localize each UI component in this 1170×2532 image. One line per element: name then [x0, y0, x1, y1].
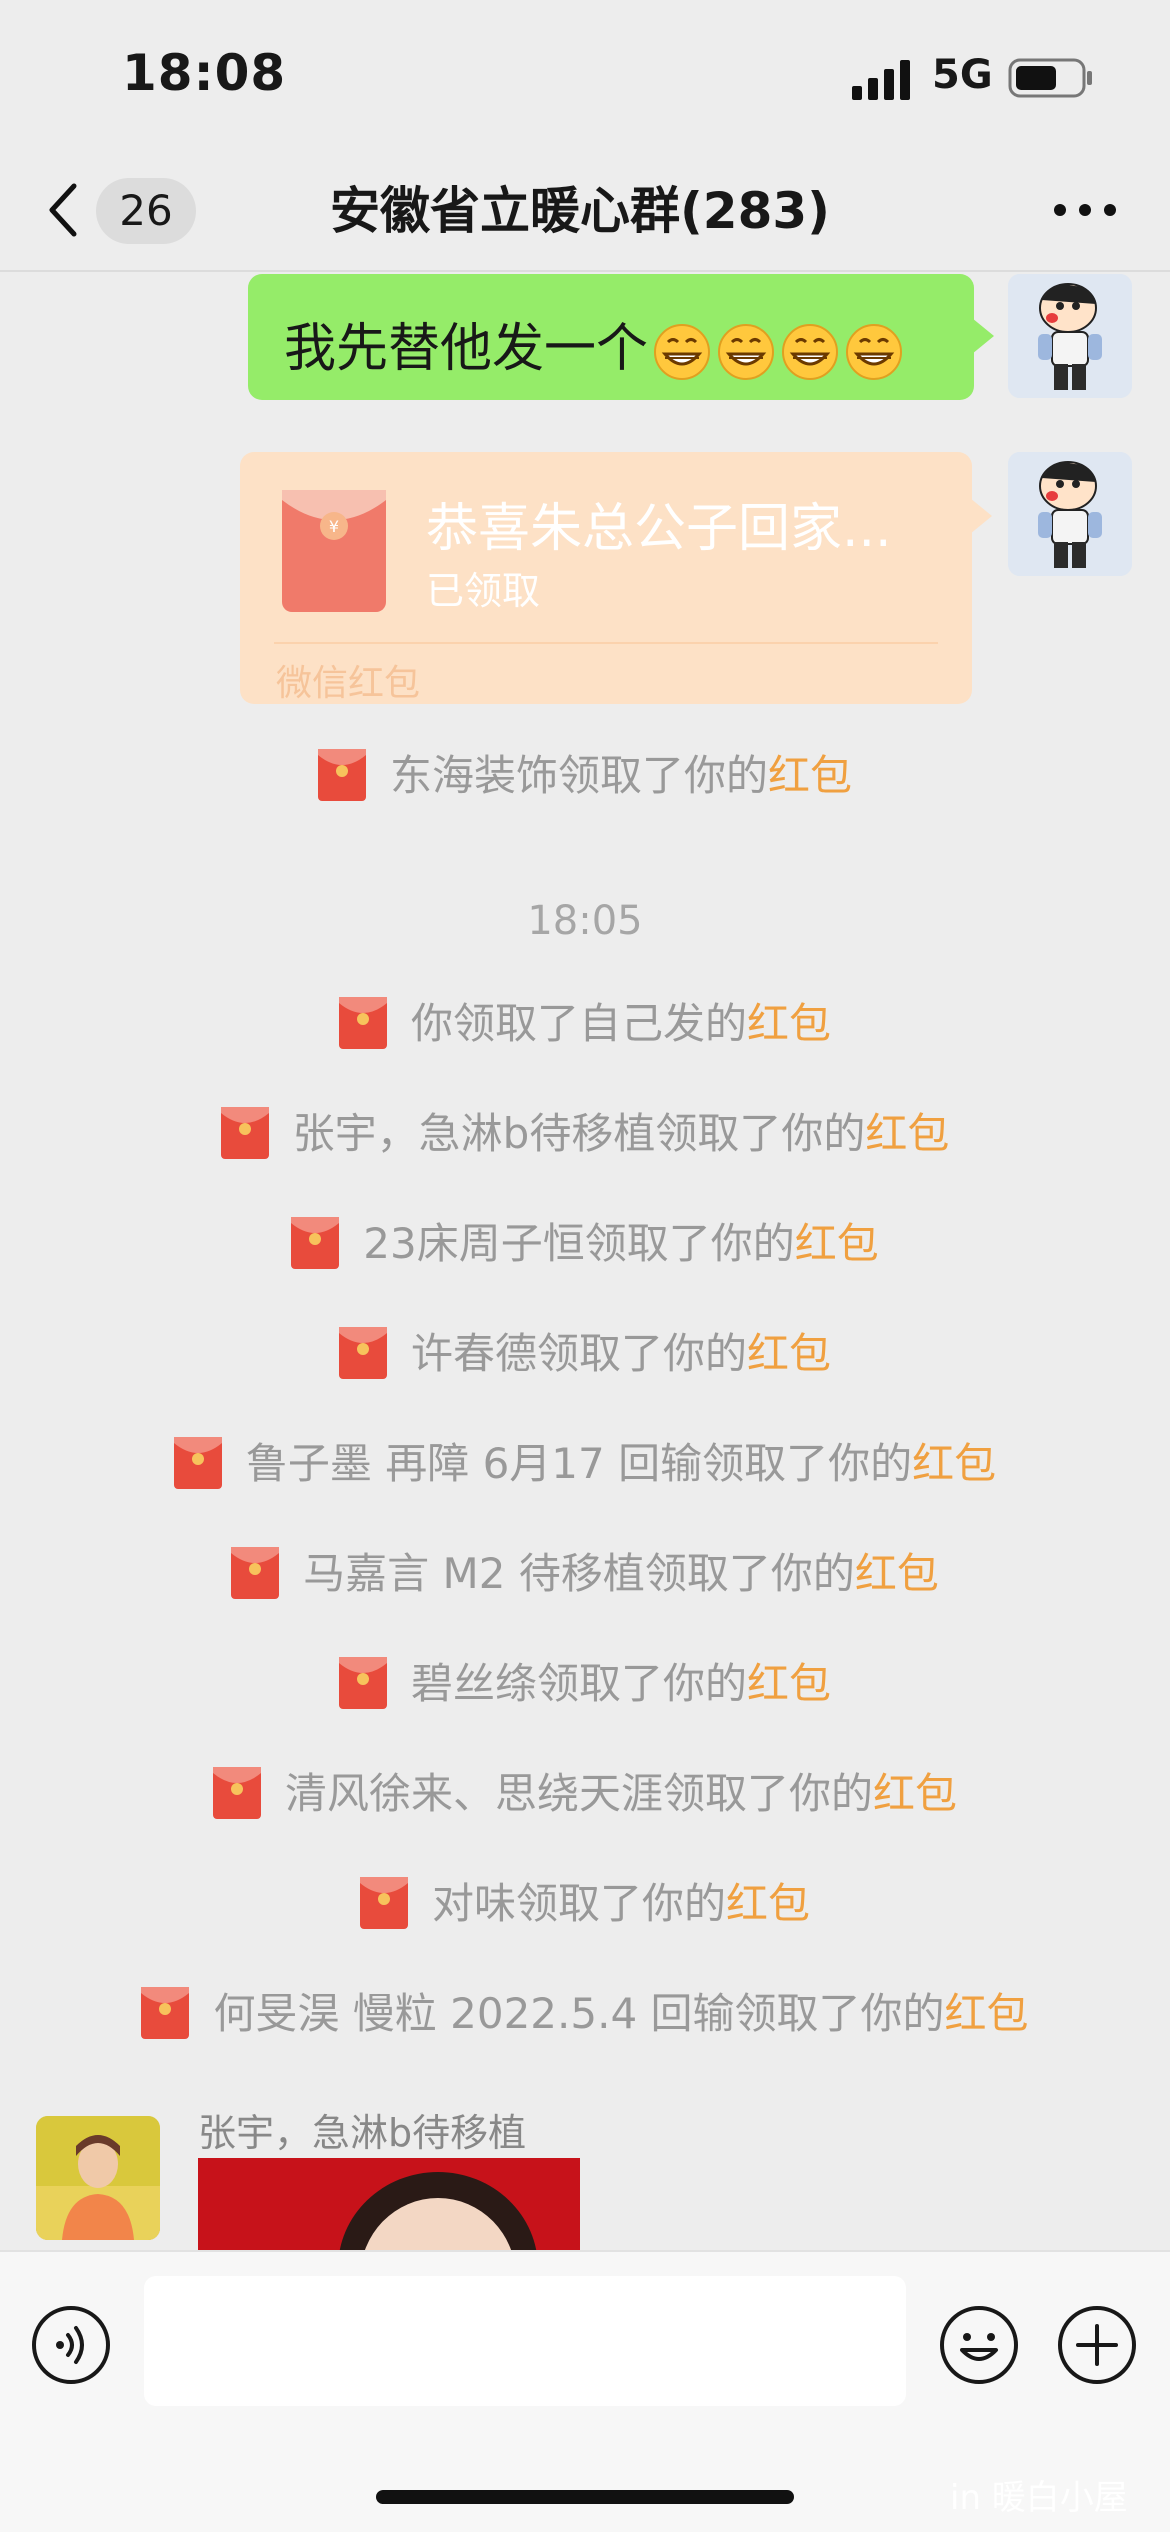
red-envelope-icon [212, 1766, 261, 1819]
sent-text: 我先替他发一个 [284, 319, 649, 379]
red-envelope-icon [338, 996, 387, 1049]
time-divider: 18:05 [527, 898, 643, 944]
red-packet-status: 已领取 [426, 569, 541, 613]
svg-text:¥: ¥ [329, 517, 339, 536]
smiley-icon[interactable] [938, 2304, 1020, 2386]
portrait-image-icon [198, 2158, 580, 2250]
claim-text: 碧丝绦领取了你的 [410, 1659, 747, 1708]
voice-icon[interactable] [30, 2304, 112, 2386]
red-packet-link[interactable]: 红包 [912, 1439, 996, 1488]
red-envelope-icon [141, 1986, 190, 2039]
sender-name: 张宇，急淋b待移植 [198, 2111, 527, 2155]
claim-text: 东海装饰领取了你的 [389, 751, 768, 800]
claim-text: 23床周子恒领取了你的 [363, 1219, 795, 1268]
red-envelope-icon [338, 1656, 387, 1709]
claim-text: 清风徐来、思绕天涯领取了你的 [284, 1769, 873, 1818]
plus-icon[interactable] [1056, 2304, 1138, 2386]
red-envelope-icon [317, 748, 366, 801]
claim-text: 你领取了自己发的 [410, 999, 747, 1048]
red-envelope-icon [220, 1106, 269, 1159]
status-time: 18:08 [122, 44, 287, 102]
nav-bar: 26 安徽省立暖心群(283) [0, 150, 1170, 272]
red-packet-link[interactable]: 红包 [855, 1549, 939, 1598]
claim-text: 何旻淏 慢粒 2022.5.4 回输领取了你的 [213, 1989, 945, 2038]
cartoon-boy-avatar-icon [1008, 274, 1132, 398]
chevron-left-icon[interactable] [44, 180, 84, 240]
red-packet-claim-notice: 马嘉言 M2 待移植领取了你的红包 [0, 1540, 1170, 1601]
sender-avatar[interactable] [36, 2116, 160, 2240]
red-envelope-icon [338, 1326, 387, 1379]
red-packet-link[interactable]: 红包 [747, 999, 831, 1048]
cartoon-boy-avatar-icon [1008, 452, 1132, 576]
grinning-face-icon [652, 322, 712, 382]
red-packet-claim-notice: 鲁子墨 再障 6月17 回输领取了你的红包 [0, 1430, 1170, 1491]
red-packet-claim-notice: 何旻淏 慢粒 2022.5.4 回输领取了你的红包 [0, 1980, 1170, 2041]
image-message[interactable] [198, 2158, 580, 2250]
red-packet-claim-notice: 清风徐来、思绕天涯领取了你的红包 [0, 1760, 1170, 1821]
red-packet-link[interactable]: 红包 [747, 1329, 831, 1378]
red-envelope-icon [359, 1876, 408, 1929]
red-packet-divider [274, 642, 938, 644]
signal-icon [852, 60, 910, 100]
red-packet-footer: 微信红包 [276, 663, 421, 704]
sent-text-content: 我先替他发一个 [284, 306, 904, 382]
network-type: 5G [932, 52, 993, 98]
red-packet-claim-notice: 东海装饰领取了你的红包 [0, 742, 1170, 803]
red-packet-claim-notice: 碧丝绦领取了你的红包 [0, 1650, 1170, 1711]
battery-icon [1008, 58, 1092, 98]
grinning-face-icon [716, 322, 776, 382]
status-bar: 18:08 5G [0, 0, 1170, 150]
claim-text: 对味领取了你的 [431, 1879, 726, 1928]
red-envelope-icon [173, 1436, 222, 1489]
my-avatar[interactable] [1008, 274, 1132, 398]
person-photo-icon [36, 2116, 160, 2240]
red-packet-claim-notice: 许春德领取了你的红包 [0, 1320, 1170, 1381]
home-indicator[interactable] [376, 2490, 794, 2504]
red-envelope-icon [291, 1216, 340, 1269]
more-dots-icon[interactable] [1050, 198, 1120, 222]
red-packet-link[interactable]: 红包 [747, 1659, 831, 1708]
claim-text: 张宇，急淋b待移植领取了你的 [292, 1109, 866, 1158]
claim-text: 许春德领取了你的 [410, 1329, 747, 1378]
red-packet-claim-notice: 23床周子恒领取了你的红包 [0, 1210, 1170, 1271]
red-packet-link[interactable]: 红包 [873, 1769, 957, 1818]
red-packet-claim-notice: 对味领取了你的红包 [0, 1870, 1170, 1931]
grinning-face-icon [844, 322, 904, 382]
red-envelope-icon [231, 1546, 280, 1599]
emoji-row [648, 319, 904, 382]
red-packet-title: 恭喜朱总公子回家... [426, 499, 892, 559]
sent-text-bubble[interactable]: 我先替他发一个 [248, 274, 994, 400]
watermark: in 暖白小屋 [950, 2478, 1128, 2518]
my-avatar[interactable] [1008, 452, 1132, 576]
unread-count-badge[interactable]: 26 [96, 178, 196, 244]
red-envelope-icon: ¥ [282, 490, 386, 612]
red-packet-link[interactable]: 红包 [945, 1989, 1029, 2038]
red-packet-link[interactable]: 红包 [865, 1109, 949, 1158]
red-packet-claim-notice: 你领取了自己发的红包 [0, 990, 1170, 1051]
red-packet-claim-notice: 张宇，急淋b待移植领取了你的红包 [0, 1100, 1170, 1161]
red-packet-link[interactable]: 红包 [795, 1219, 879, 1268]
red-packet-link[interactable]: 红包 [726, 1879, 810, 1928]
claim-text: 鲁子墨 再障 6月17 回输领取了你的 [245, 1439, 913, 1488]
chat-title: 安徽省立暖心群(283) [329, 182, 831, 240]
grinning-face-icon [780, 322, 840, 382]
claim-text: 马嘉言 M2 待移植领取了你的 [303, 1549, 855, 1598]
red-packet-link[interactable]: 红包 [768, 751, 852, 800]
message-input[interactable] [144, 2276, 906, 2406]
red-packet-card[interactable]: ¥ 恭喜朱总公子回家... 已领取 微信红包 [240, 452, 992, 704]
